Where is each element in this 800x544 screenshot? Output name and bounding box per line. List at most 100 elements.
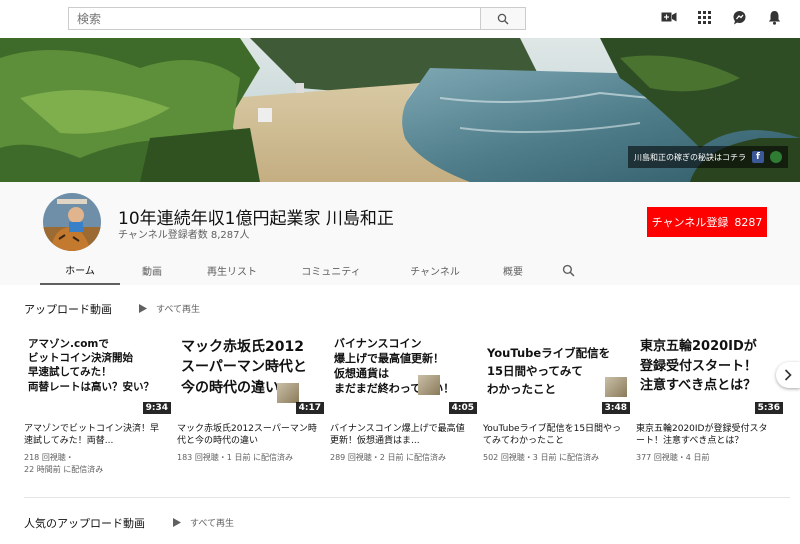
tab-playlists[interactable]: 再生リスト [184,256,280,285]
thumbnail-line: 登録受付スタート！ [640,358,758,374]
view-count: 218 回視聴・ [24,453,74,462]
thumbnail-text: アマゾン.comで ビットコイン決済開始 早速試してみた！ 両替レートは高い？安… [28,337,170,394]
channel-search-button[interactable] [538,256,598,285]
video-meta: 289 回視聴・2 日前 に配信済み [330,452,480,464]
subscribe-count: 8287 [734,215,763,229]
video-title[interactable]: バイナンスコイン爆上げで最高値更新！仮想通貨はま... [330,423,470,448]
uploads-section-title: アップロード動画 [24,303,112,316]
top-bar [0,0,800,38]
popular-play-all[interactable]: すべて再生 [173,516,234,529]
thumbnail-line: 仮想通貨は [334,366,389,380]
thumbnail-line: 両替レートは高い？安い？ [28,380,154,393]
facebook-icon[interactable]: f [752,151,764,163]
thumbnail-photo [277,383,299,403]
popular-section-title: 人気のアップロード動画 [24,517,145,530]
thumbnail-photo [605,377,627,397]
view-count: 183 回視聴・1 日前 に配信済み [177,453,293,462]
channel-avatar-image [43,193,101,251]
duration-badge: 5:36 [754,402,783,414]
thumbnail-text: バイナンスコイン 爆上げで最高値更新！ 仮想通貨は まだまだ終わってない！ [334,337,476,396]
search-input[interactable] [68,7,480,30]
video-title[interactable]: 東京五輪2020IDが登録受付スタート！注意すべき点とは？ [636,423,776,448]
subscribe-button[interactable]: チャンネル登録 8287 [647,207,767,237]
video-title[interactable]: マック赤坂氏2012スーパーマン時代と今の時代の違い [177,423,317,448]
uploads-play-all[interactable]: すべて再生 [139,302,200,315]
create-video-button[interactable] [661,9,677,25]
channel-tabs: ホーム 動画 再生リスト コミュニティ チャンネル 概要 [40,256,598,285]
thumbnail-line: アマゾン.comで [28,338,109,350]
duration-badge: 9:34 [142,402,171,414]
play-icon [139,304,147,313]
view-count: 289 回視聴・2 日前 に配信済み [330,453,446,462]
video-meta: 183 回視聴・1 日前 に配信済み [177,452,327,464]
thumbnail-line: マック赤坂氏2012 [181,339,304,355]
thumbnail-line: 爆上げで最高値更新！ [334,351,444,365]
thumbnail-line: バイナンスコイン [334,337,422,350]
search-box [68,7,526,30]
search-icon [497,13,509,24]
upload-time: 22 時間前 に配信済み [24,464,104,474]
banner-link-text[interactable]: 川島和正の稼ぎの秘訣はコチラ [634,152,746,163]
video-thumbnail[interactable]: アマゾン.comで ビットコイン決済開始 早速試してみた！ 両替レートは高い？安… [24,333,174,417]
video-thumbnail[interactable]: バイナンスコイン 爆上げで最高値更新！ 仮想通貨は まだまだ終わってない！ 4:… [330,333,480,417]
video-title[interactable]: YouTubeライブ配信を15日間やってみてわかったこと [483,423,623,448]
section-divider [24,497,790,498]
duration-badge: 4:05 [448,402,477,414]
play-all-label: すべて再生 [190,519,235,529]
messages-button[interactable] [731,9,747,25]
social-link-icon[interactable] [770,151,782,163]
search-icon [562,264,574,277]
video-meta: 502 回視聴・3 日前 に配信済み [483,452,633,464]
thumbnail-text: 東京五輪2020IDが 登録受付スタート！ 注意すべき点とは？ [640,337,782,396]
thumbnail-line: 東京五輪2020IDが [640,339,757,354]
duration-badge: 4:17 [295,402,324,414]
video-card[interactable]: マック赤坂氏2012 スーパーマン時代と 今の時代の違い 4:17 マック赤坂氏… [177,333,327,464]
thumbnail-line: スーパーマン時代と [181,359,307,376]
video-thumbnail[interactable]: マック赤坂氏2012 スーパーマン時代と 今の時代の違い 4:17 [177,333,327,417]
video-thumbnail[interactable]: 東京五輪2020IDが 登録受付スタート！ 注意すべき点とは？ 5:36 [636,333,786,417]
view-count: 502 回視聴・3 日前 に配信済み [483,453,599,462]
avatar[interactable] [43,193,101,251]
tab-home[interactable]: ホーム [40,256,120,285]
video-card[interactable]: 東京五輪2020IDが 登録受付スタート！ 注意すべき点とは？ 5:36 東京五… [636,333,786,464]
subscriber-count: チャンネル登録者数 8,287人 [118,230,250,241]
thumbnail-photo [418,375,440,395]
subscribe-label: チャンネル登録 [651,216,729,229]
notifications-button[interactable] [766,9,782,25]
video-shelf: アマゾン.comで ビットコイン決済開始 早速試してみた！ 両替レートは高い？安… [24,333,800,483]
thumbnail-line: 注意すべき点とは？ [640,378,757,393]
thumbnail-text: マック赤坂氏2012 スーパーマン時代と 今の時代の違い [181,337,323,398]
video-card[interactable]: YouTubeライブ配信を 15日間やってみて わかったこと 3:48 YouT… [483,333,633,464]
view-count: 377 回視聴・4 日前 [636,453,710,462]
video-card[interactable]: アマゾン.comで ビットコイン決済開始 早速試してみた！ 両替レートは高い？安… [24,333,174,475]
search-button[interactable] [480,7,526,30]
thumbnail-line: 今の時代の違い [181,379,279,396]
thumbnail-line: まだまだ終わってない！ [334,381,455,395]
apps-grid-icon [697,10,711,24]
video-title[interactable]: アマゾンでビットコイン決済！早速試してみた！両替... [24,423,164,448]
video-card[interactable]: バイナンスコイン 爆上げで最高値更新！ 仮想通貨は まだまだ終わってない！ 4:… [330,333,480,464]
apps-button[interactable] [696,9,712,25]
tab-videos[interactable]: 動画 [120,256,184,285]
chat-share-icon [733,10,745,24]
video-thumbnail[interactable]: YouTubeライブ配信を 15日間やってみて わかったこと 3:48 [483,333,633,417]
tab-community[interactable]: コミュニティ [280,256,382,285]
banner-links: 川島和正の稼ぎの秘訣はコチラ f [628,146,788,168]
duration-badge: 3:48 [601,402,630,414]
thumbnail-line: 早速試してみた！ [28,366,112,379]
play-all-label: すべて再生 [156,305,201,315]
shelf-next-button[interactable] [776,362,800,388]
chevron-right-icon [784,369,792,381]
video-camera-icon [661,12,677,22]
video-meta: 218 回視聴・ 22 時間前 に配信済み [24,452,174,475]
tab-channels[interactable]: チャンネル [382,256,488,285]
thumbnail-line: ビットコイン決済開始 [28,352,133,365]
bell-icon [768,10,780,25]
tab-about[interactable]: 概要 [488,256,538,285]
thumbnail-line: YouTubeライブ配信を [487,346,611,360]
channel-banner: 川島和正の稼ぎの秘訣はコチラ f [0,38,800,182]
video-meta: 377 回視聴・4 日前 [636,452,786,464]
header-actions [661,9,782,25]
play-icon [173,518,181,527]
channel-header: 10年連続年収1億円起業家 川島和正 チャンネル登録者数 8,287人 チャンネ… [0,182,800,285]
